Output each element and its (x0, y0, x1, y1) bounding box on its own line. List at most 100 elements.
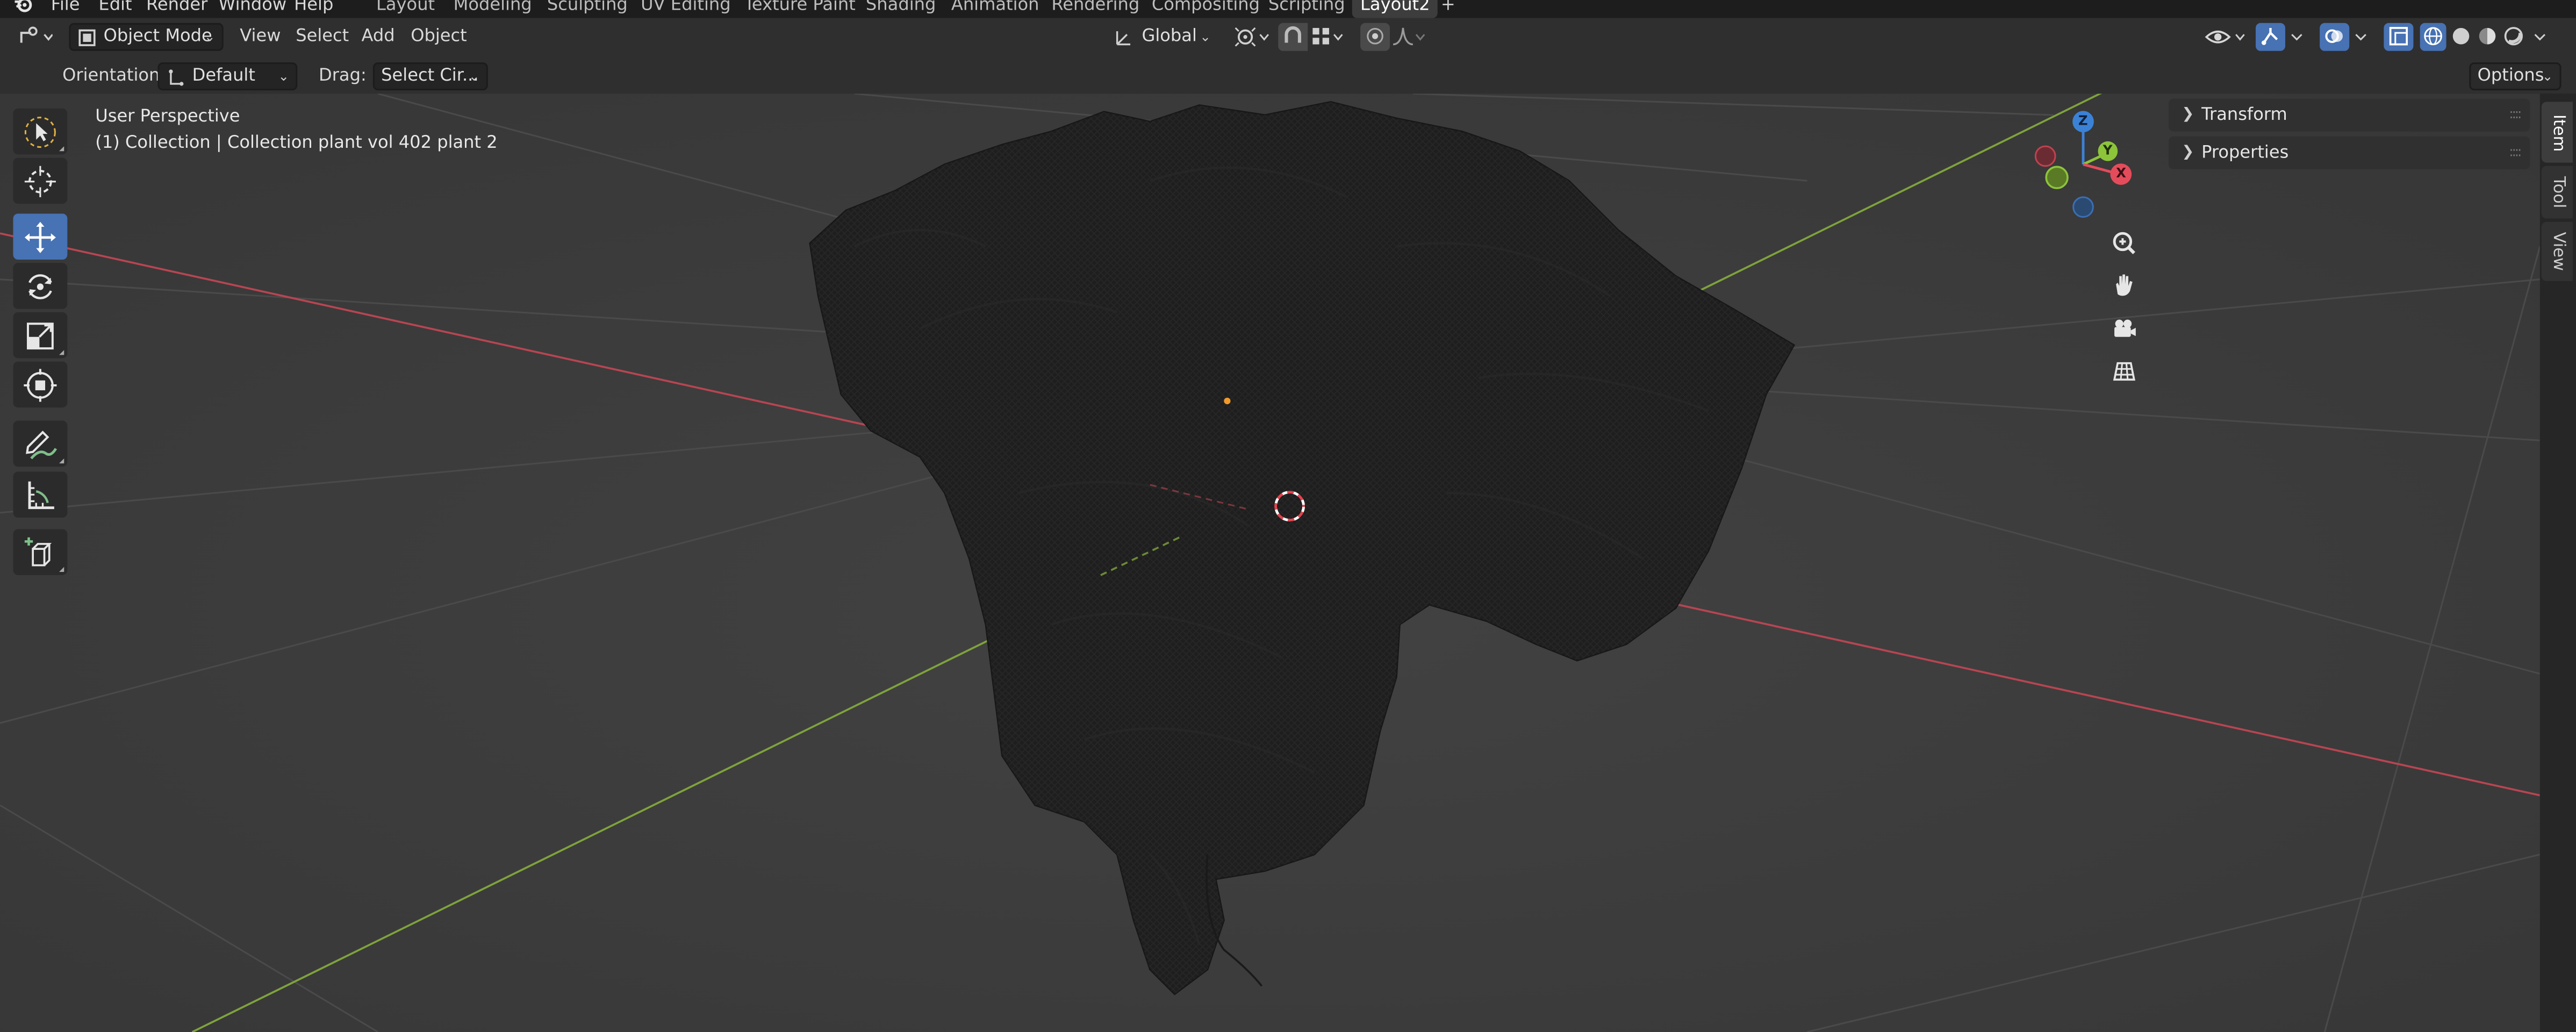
tab-layout[interactable]: Layout (368, 0, 443, 18)
move-arrows-icon (24, 221, 56, 253)
options-dropdown[interactable]: Options ⌄ (2469, 62, 2561, 91)
menu-object[interactable]: Object (411, 23, 467, 51)
collection-info-label: (1) Collection | Collection plant vol 40… (95, 133, 498, 153)
tab-sculpting[interactable]: Sculpting (539, 0, 636, 18)
drag-label: Drag: (319, 66, 367, 85)
zoom-button[interactable] (2106, 225, 2142, 261)
shading-rendered-button[interactable] (2500, 23, 2527, 51)
menu-window[interactable]: Window (219, 0, 287, 17)
tool-move[interactable] (13, 213, 68, 260)
orientation-axes-icon (1116, 31, 1131, 46)
gizmo-toggle-button[interactable] (2255, 23, 2286, 51)
transform-orientation-label: Global (1142, 26, 1197, 46)
pivot-point-button[interactable] (1229, 23, 1271, 51)
panel-properties-label: Properties (2201, 142, 2289, 163)
viewport-header: Object Mode ⌄ View Select Add Object Glo… (0, 18, 2576, 58)
snap-toggle-button[interactable] (1278, 23, 1308, 51)
gizmo-x-label: X (2116, 166, 2127, 181)
tool-measure[interactable] (13, 471, 68, 518)
chevron-right-icon: ❯ (2182, 145, 2194, 161)
tab-texture-paint[interactable]: Texture Paint (736, 0, 864, 18)
panel-transform[interactable]: ❯ Transform :::: (2168, 98, 2530, 132)
visibility-button[interactable] (2201, 23, 2251, 51)
material-sphere-icon (2479, 27, 2496, 45)
chevron-down-icon (2534, 34, 2546, 41)
tool-scale[interactable] (13, 312, 68, 359)
magnet-icon (1285, 26, 1301, 43)
tool-variants-indicator (59, 458, 64, 464)
shading-solid-button[interactable] (2448, 23, 2474, 51)
pencil-icon (26, 431, 58, 460)
tool-transform[interactable] (13, 361, 68, 408)
xray-toggle-button[interactable] (2384, 23, 2414, 51)
menu-help[interactable]: Help (294, 0, 333, 17)
tool-annotate[interactable] (13, 420, 68, 467)
transform-orientation-dropdown[interactable]: Global ⌄ (1106, 23, 1219, 51)
pan-button[interactable] (2106, 268, 2142, 304)
tool-rotate[interactable] (13, 263, 68, 309)
gizmo-dropdown-button[interactable] (2285, 23, 2308, 51)
zoom-icon (2113, 232, 2135, 254)
menu-add[interactable]: Add (361, 23, 394, 51)
mode-dropdown[interactable]: Object Mode ⌄ (69, 23, 224, 51)
tool-variants-indicator (59, 350, 64, 355)
menu-select[interactable]: Select (296, 23, 349, 51)
chevron-down-icon: ⌄ (278, 69, 289, 84)
panel-transform-label: Transform (2201, 105, 2287, 125)
blender-logo-icon[interactable] (13, 0, 33, 15)
falloff-button[interactable] (1390, 23, 1429, 51)
tab-tool-label: Tool (2548, 176, 2566, 209)
sidebar-tabs: Item Tool View (2539, 94, 2576, 1032)
rotate-icon (28, 274, 52, 299)
object-mode-icon (78, 29, 96, 46)
shading-dropdown-button[interactable] (2528, 23, 2551, 51)
3d-viewport[interactable]: Z Y X User Perspective (1) Collection | … (0, 94, 2540, 1032)
tab-modeling[interactable]: Modeling (445, 0, 540, 18)
tab-uv-editing[interactable]: UV Editing (633, 0, 739, 18)
editor-type-button[interactable] (13, 23, 55, 51)
add-workspace-button[interactable]: + (1433, 0, 1464, 18)
falloff-curve-icon (1393, 27, 1425, 46)
shading-wireframe-button[interactable] (2420, 23, 2446, 51)
tab-compositing[interactable]: Compositing (1144, 0, 1268, 18)
panel-properties[interactable]: ❯ Properties :::: (2168, 136, 2530, 169)
menu-edit[interactable]: Edit (98, 0, 132, 17)
drag-dropdown[interactable]: Select Cir... ⌄ (372, 62, 488, 91)
tab-layout2[interactable]: Layout2 (1352, 0, 1438, 18)
orientation-dropdown[interactable]: Default ⌄ (157, 62, 298, 91)
drag-grip-icon[interactable]: :::: (2509, 137, 2522, 169)
shading-material-button[interactable] (2474, 23, 2501, 51)
mode-label: Object Mode (103, 26, 212, 46)
orientation-value: Default (192, 66, 255, 85)
wireframe-sphere-icon (2424, 27, 2442, 46)
tab-scripting[interactable]: Scripting (1260, 0, 1353, 18)
chevron-down-icon: ⌄ (204, 30, 216, 45)
tab-tool[interactable]: Tool (2541, 166, 2573, 219)
tab-animation[interactable]: Animation (943, 0, 1047, 18)
tab-rendering[interactable]: Rendering (1043, 0, 1147, 18)
chevron-down-icon: ⌄ (2542, 69, 2553, 84)
overlays-toggle-button[interactable] (2320, 23, 2350, 51)
snap-target-button[interactable] (1308, 23, 1347, 51)
tab-item[interactable]: Item (2541, 102, 2573, 163)
hand-icon (2116, 274, 2133, 296)
perspective-toggle-button[interactable] (2106, 353, 2142, 389)
tool-select-box[interactable] (13, 108, 68, 155)
drag-grip-icon[interactable]: :::: (2509, 98, 2522, 131)
tool-add-cube[interactable] (13, 529, 68, 576)
object-origin (1224, 397, 1231, 405)
overlays-dropdown-button[interactable] (2349, 23, 2372, 51)
gizmo-z-label: Z (2078, 113, 2088, 128)
proportional-editing-icon (1367, 27, 1383, 45)
tab-view[interactable]: View (2541, 221, 2573, 281)
viewport-scene[interactable] (0, 94, 2540, 1032)
tool-cursor[interactable] (13, 157, 68, 204)
gizmo-y-label: Y (2103, 142, 2113, 158)
camera-icon (2114, 319, 2136, 337)
camera-view-button[interactable] (2106, 311, 2142, 347)
menu-render[interactable]: Render (146, 0, 207, 17)
menu-file[interactable]: File (51, 0, 80, 17)
menu-view[interactable]: View (240, 23, 281, 51)
tab-shading[interactable]: Shading (858, 0, 944, 18)
proportional-editing-button[interactable] (1360, 23, 1390, 51)
